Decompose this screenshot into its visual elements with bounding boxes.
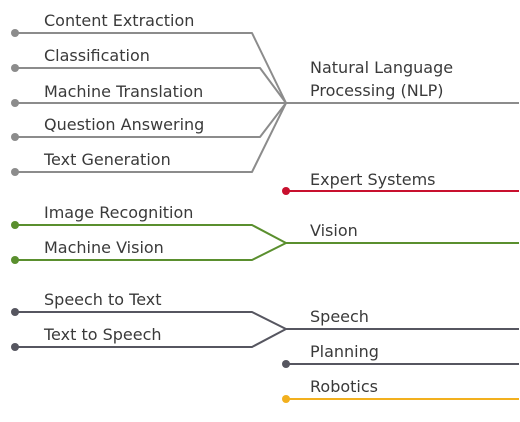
planning-dot: [282, 360, 290, 368]
vision-dot-machine-vision: [11, 256, 19, 264]
vision-item-image-recognition: Image Recognition: [44, 203, 193, 222]
nlp-dot-content-extraction: [11, 29, 19, 37]
speech-dot-text-to-speech: [11, 343, 19, 351]
expert-systems-group: Expert Systems: [282, 170, 519, 195]
speech-dot-speech-to-text: [11, 308, 19, 316]
nlp-dot-machine-translation: [11, 99, 19, 107]
nlp-dot-question-answering: [11, 133, 19, 141]
planning-group: Planning: [282, 342, 519, 368]
nlp-label-line1: Natural Language: [310, 58, 453, 77]
expert-systems-label: Expert Systems: [310, 170, 436, 189]
vision-label: Vision: [310, 221, 358, 240]
nlp-dot-classification: [11, 64, 19, 72]
vision-dot-image-recognition: [11, 221, 19, 229]
nlp-group: Content Extraction Classification Machin…: [11, 11, 519, 176]
robotics-label: Robotics: [310, 377, 378, 396]
nlp-item-text-generation: Text Generation: [43, 150, 171, 169]
speech-item-text-to-speech: Text to Speech: [43, 325, 162, 344]
speech-item-speech-to-text: Speech to Text: [44, 290, 162, 309]
nlp-item-content-extraction: Content Extraction: [44, 11, 194, 30]
planning-label: Planning: [310, 342, 379, 361]
ai-branches-diagram: Content Extraction Classification Machin…: [11, 11, 519, 403]
vision-group: Image Recognition Machine Vision Vision: [11, 203, 519, 264]
speech-group: Speech to Text Text to Speech Speech: [11, 290, 519, 351]
nlp-item-machine-translation: Machine Translation: [44, 82, 203, 101]
nlp-item-classification: Classification: [44, 46, 150, 65]
nlp-item-question-answering: Question Answering: [44, 115, 204, 134]
robotics-group: Robotics: [282, 377, 519, 403]
vision-item-machine-vision: Machine Vision: [44, 238, 164, 257]
nlp-label-line2: Processing (NLP): [310, 81, 444, 100]
expert-systems-dot: [282, 187, 290, 195]
speech-label: Speech: [310, 307, 369, 326]
nlp-dot-text-generation: [11, 168, 19, 176]
robotics-dot: [282, 395, 290, 403]
